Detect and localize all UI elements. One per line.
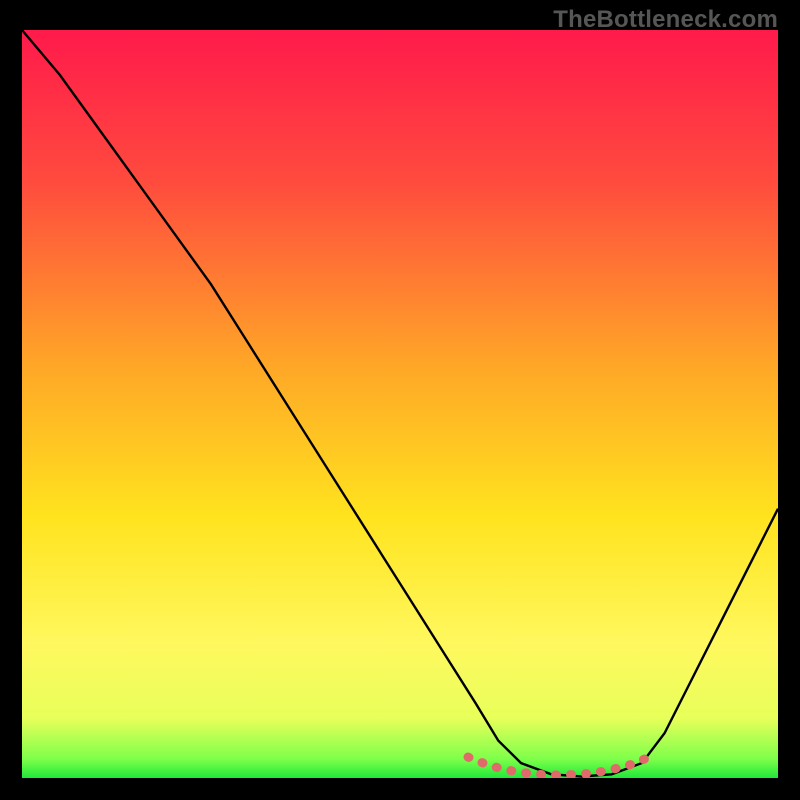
- gradient-background: [22, 30, 778, 778]
- bottleneck-chart: [22, 30, 778, 778]
